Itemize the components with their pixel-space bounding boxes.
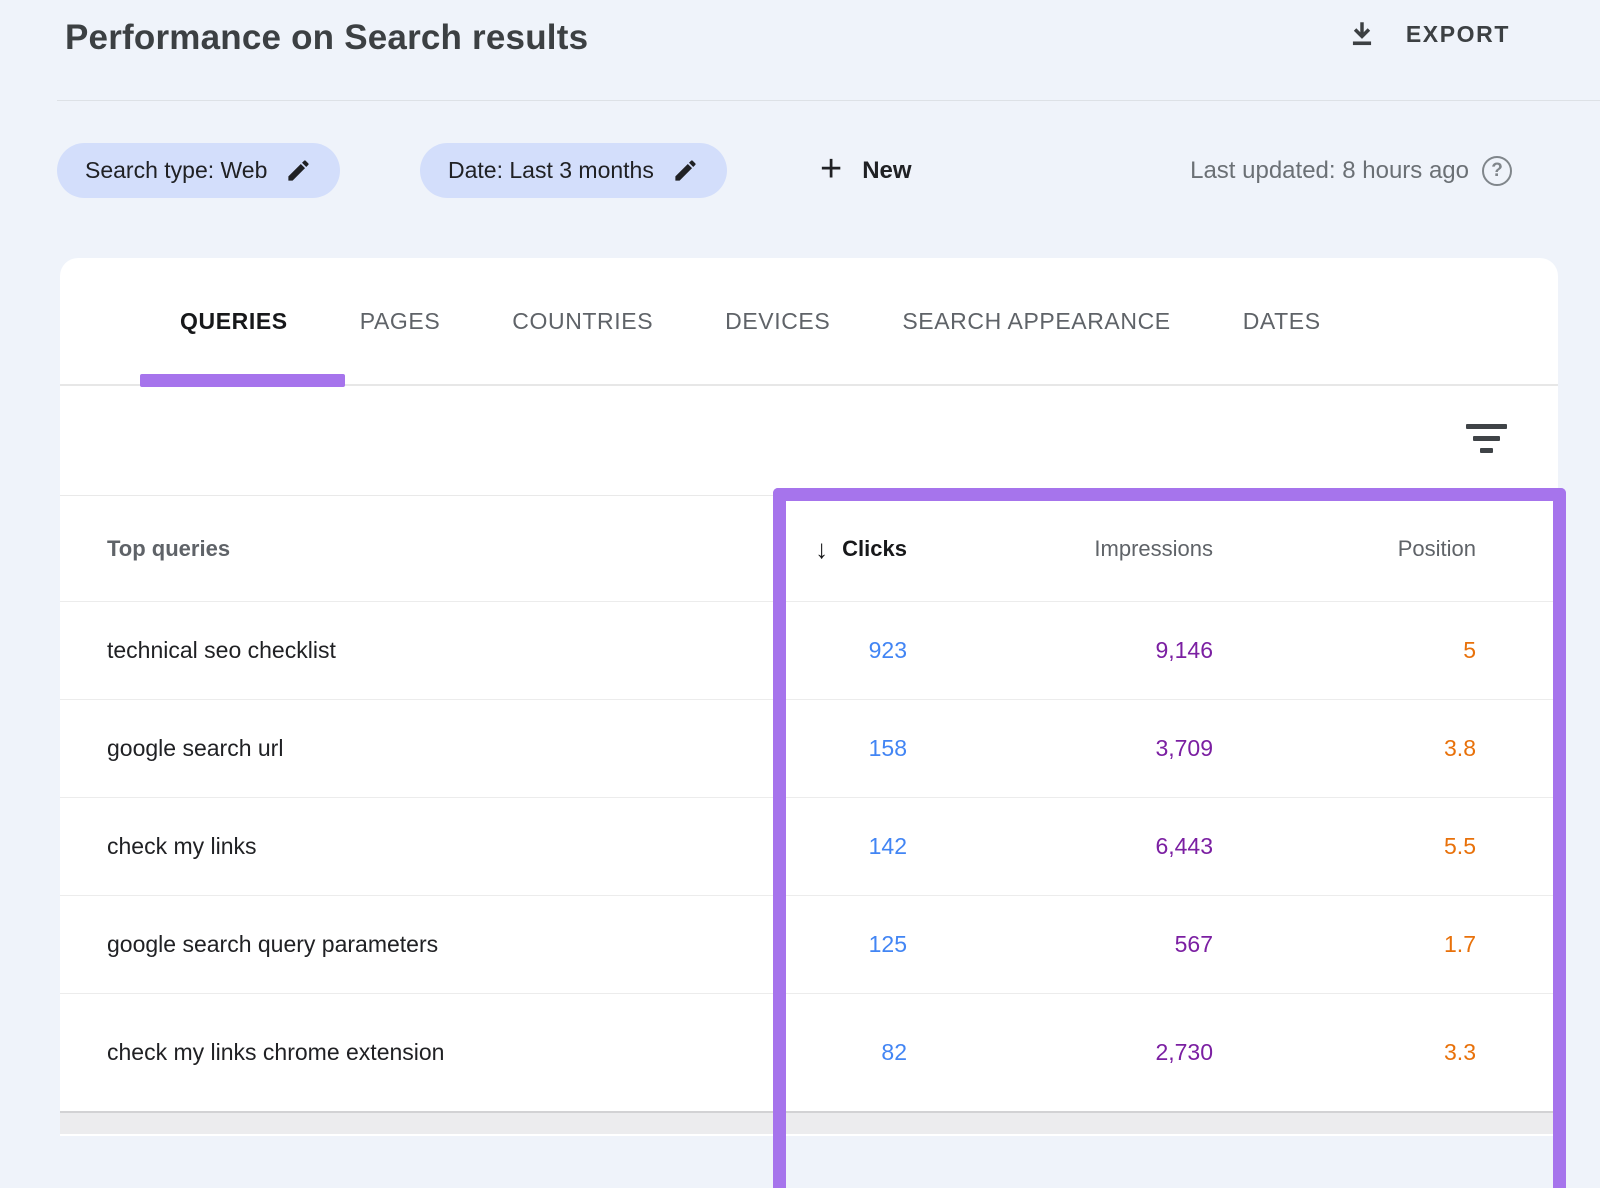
download-icon <box>1346 18 1378 50</box>
pencil-icon <box>672 157 699 184</box>
table-row[interactable]: google search query parameters 125 567 1… <box>60 895 1558 993</box>
queries-table: Top queries ↓ Clicks Impressions Positio… <box>60 495 1558 1134</box>
impressions-value: 9,146 <box>907 637 1213 664</box>
queries-tab-underline-annotation <box>140 374 345 387</box>
tab-dates[interactable]: DATES <box>1243 308 1321 335</box>
sort-descending-icon: ↓ <box>815 536 828 562</box>
help-icon[interactable]: ? <box>1482 156 1512 186</box>
table-header-row: Top queries ↓ Clicks Impressions Positio… <box>60 495 1558 601</box>
export-label: EXPORT <box>1406 21 1510 48</box>
tab-queries[interactable]: QUERIES <box>180 308 288 335</box>
new-filter-label: New <box>862 157 911 185</box>
date-range-chip[interactable]: Date: Last 3 months <box>420 143 727 198</box>
impressions-value: 2,730 <box>907 1039 1213 1066</box>
position-value: 3.8 <box>1213 735 1476 762</box>
clicks-value: 158 <box>667 735 907 762</box>
impressions-value: 6,443 <box>907 833 1213 860</box>
last-updated: Last updated: 8 hours ago ? <box>1190 143 1512 198</box>
report-card: QUERIES PAGES COUNTRIES DEVICES SEARCH A… <box>60 258 1558 1136</box>
search-type-chip[interactable]: Search type: Web <box>57 143 340 198</box>
last-updated-text: Last updated: 8 hours ago <box>1190 157 1469 185</box>
query-cell[interactable]: technical seo checklist <box>60 637 667 664</box>
date-range-chip-label: Date: Last 3 months <box>448 157 654 184</box>
clicks-value: 125 <box>667 931 907 958</box>
page-title: Performance on Search results <box>65 18 588 58</box>
tab-countries[interactable]: COUNTRIES <box>512 308 653 335</box>
header-divider <box>57 100 1600 101</box>
clicks-column-label: Clicks <box>842 536 907 562</box>
impressions-column-header[interactable]: Impressions <box>907 536 1213 562</box>
impressions-value: 567 <box>907 931 1213 958</box>
partial-next-row <box>60 1111 1558 1134</box>
table-row[interactable]: check my links chrome extension 82 2,730… <box>60 993 1558 1111</box>
search-console-performance-page: { "header": { "title": "Performance on S… <box>0 0 1600 1136</box>
filter-icon <box>1466 424 1507 429</box>
query-cell[interactable]: check my links chrome extension <box>60 1039 667 1066</box>
clicks-value: 82 <box>667 1039 907 1066</box>
position-value: 5.5 <box>1213 833 1476 860</box>
tab-search-appearance[interactable]: SEARCH APPEARANCE <box>902 308 1170 335</box>
query-cell[interactable]: check my links <box>60 833 667 860</box>
tab-devices[interactable]: DEVICES <box>725 308 830 335</box>
position-value: 1.7 <box>1213 931 1476 958</box>
top-queries-header: Top queries <box>60 536 667 562</box>
new-filter-button[interactable]: + New <box>820 143 912 198</box>
clicks-value: 923 <box>667 637 907 664</box>
query-cell[interactable]: google search query parameters <box>60 931 667 958</box>
table-row[interactable]: technical seo checklist 923 9,146 5 <box>60 601 1558 699</box>
clicks-value: 142 <box>667 833 907 860</box>
position-value: 3.3 <box>1213 1039 1476 1066</box>
position-column-header[interactable]: Position <box>1213 536 1476 562</box>
clicks-column-header[interactable]: ↓ Clicks <box>667 536 907 562</box>
position-value: 5 <box>1213 637 1476 664</box>
plus-icon: + <box>820 150 842 188</box>
table-row[interactable]: check my links 142 6,443 5.5 <box>60 797 1558 895</box>
table-toolbar <box>60 386 1558 495</box>
export-button[interactable]: EXPORT <box>1346 18 1510 50</box>
query-cell[interactable]: google search url <box>60 735 667 762</box>
tab-bar: QUERIES PAGES COUNTRIES DEVICES SEARCH A… <box>60 258 1558 386</box>
impressions-value: 3,709 <box>907 735 1213 762</box>
table-row[interactable]: google search url 158 3,709 3.8 <box>60 699 1558 797</box>
pencil-icon <box>285 157 312 184</box>
filter-rows-button[interactable] <box>1462 414 1510 462</box>
tab-pages[interactable]: PAGES <box>360 308 441 335</box>
search-type-chip-label: Search type: Web <box>85 157 267 184</box>
